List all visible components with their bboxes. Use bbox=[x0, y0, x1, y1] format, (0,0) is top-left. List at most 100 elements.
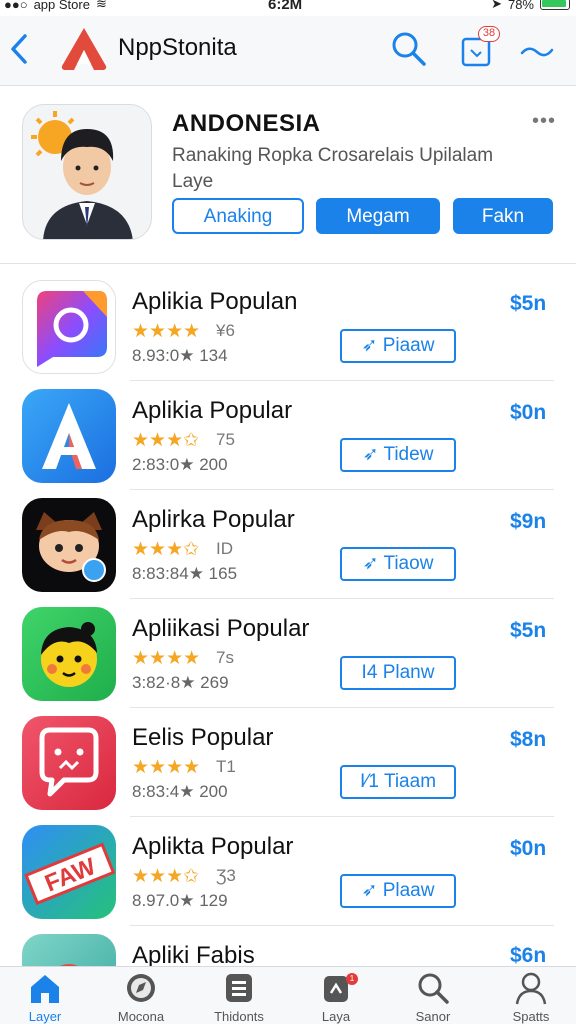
app-logo-icon bbox=[61, 28, 107, 70]
featured-button-anaking[interactable]: Anaking bbox=[172, 198, 304, 234]
list-icon bbox=[226, 974, 252, 1002]
profile-icon bbox=[515, 972, 547, 1005]
send-icon: ➶ bbox=[362, 444, 384, 465]
app-price: $0n bbox=[510, 401, 547, 424]
tab-badge: 1 bbox=[346, 973, 358, 985]
app-price: $0n bbox=[510, 837, 547, 860]
tab-spatts[interactable]: Spatts bbox=[481, 967, 576, 1024]
app-name: Aplikia Populan bbox=[132, 288, 298, 315]
get-button-label: Tidew bbox=[383, 444, 434, 465]
rating-count: Ʒ3 bbox=[216, 866, 236, 885]
get-button[interactable]: I4 Planw bbox=[340, 656, 456, 690]
get-button[interactable]: ➶ Tidew bbox=[340, 438, 456, 472]
get-button-label: Piaaw bbox=[382, 335, 435, 356]
status-left: ●●○ app Store ≋ bbox=[4, 0, 107, 12]
list-item[interactable]: Aplirka Popular ★★★✩ ID 8:83:84★ 165 $9n… bbox=[0, 490, 576, 599]
status-bar: ●●○ app Store ≋ 6:2M ➤ 78% bbox=[0, 0, 576, 16]
get-button-label: Plaaw bbox=[382, 880, 435, 901]
app-name: Aplikta Popular bbox=[132, 833, 294, 860]
tab-label: Mocona bbox=[117, 1009, 165, 1024]
get-button[interactable]: ➶ Piaaw bbox=[340, 329, 456, 363]
featured-button-fakn[interactable]: Fakn bbox=[453, 198, 553, 234]
back-chevron-icon[interactable] bbox=[8, 32, 30, 66]
tab-bar: Layer Mocona Thidonts 1 Laya Sanor Spatt… bbox=[0, 966, 576, 1024]
app-meta: 8.93:0★ 134 bbox=[132, 346, 228, 365]
home-icon bbox=[31, 975, 59, 1003]
list-item[interactable]: Apliikasi Popular ★★★★ 7s 3:82·8★ 269 $5… bbox=[0, 599, 576, 708]
rating-count: 75 bbox=[216, 430, 235, 449]
tab-thidonts[interactable]: Thidonts bbox=[189, 967, 289, 1024]
faw-sticker-app-icon: FAW bbox=[22, 825, 116, 919]
tab-label: Laya bbox=[321, 1009, 351, 1024]
tab-label: Spatts bbox=[512, 1009, 550, 1024]
list-item[interactable]: Eelis Popular ★★★★ T1 8:83:4★ 200 $8n I⁄… bbox=[0, 708, 576, 817]
app-name: Aplikia Popular bbox=[132, 397, 293, 424]
chat-bubble-app-icon bbox=[22, 716, 116, 810]
more-options-icon[interactable]: ••• bbox=[532, 110, 556, 133]
app-price: $8n bbox=[510, 728, 547, 751]
navigation-bar: NppStonita 38 bbox=[0, 16, 576, 86]
featured-title: ANDONESIA bbox=[172, 110, 321, 137]
partial-app-icon bbox=[22, 934, 116, 966]
tab-sanor[interactable]: Sanor bbox=[383, 967, 483, 1024]
tab-layer[interactable]: Layer bbox=[0, 967, 95, 1024]
app-name: Eelis Popular bbox=[132, 724, 274, 751]
app-price: $9n bbox=[510, 510, 547, 533]
app-meta: 3:82·8★ 269 bbox=[132, 673, 229, 692]
app-price: $5n bbox=[510, 292, 547, 315]
nav-title: NppStonita bbox=[118, 34, 237, 61]
app-name: Aplirka Popular bbox=[132, 506, 295, 533]
signal-icon: ●●○ bbox=[4, 0, 28, 12]
search-icon bbox=[418, 973, 449, 1004]
list-item[interactable]: Aplikia Populan ★★★★ ¥6 8.93:0★ 134 $5n … bbox=[0, 272, 576, 381]
get-button[interactable]: ➶ Plaaw bbox=[340, 874, 456, 908]
get-button-prefix: I4 bbox=[361, 662, 378, 683]
rating-count: ¥6 bbox=[216, 321, 235, 340]
list-item[interactable]: Apliki Fabis $6n bbox=[0, 926, 576, 966]
rating-count: 7s bbox=[216, 648, 234, 667]
get-button-label: Planw bbox=[382, 662, 435, 683]
status-time: 6:2M bbox=[268, 0, 303, 13]
app-meta: 2:83:0★ 200 bbox=[132, 455, 228, 474]
star-rating: ★★★★ bbox=[132, 321, 201, 342]
featured-avatar-icon bbox=[22, 104, 152, 240]
rating-count: ID bbox=[216, 539, 233, 558]
battery-icon bbox=[540, 0, 570, 10]
rating-count: T1 bbox=[216, 757, 236, 776]
list-item[interactable]: FAW Aplikta Popular ★★★✩ Ʒ3 8.97.0★ 129 … bbox=[0, 817, 576, 926]
camera-app-icon bbox=[22, 280, 116, 374]
location-icon: ➤ bbox=[491, 0, 502, 11]
tab-label: Sanor bbox=[415, 1009, 451, 1024]
compass-icon bbox=[127, 974, 155, 1002]
featured-subtitle: Ranaking Ropka Crosarelais Upilalam Laye bbox=[172, 145, 494, 192]
get-button[interactable]: I⁄1 Tiaam bbox=[340, 765, 456, 799]
smiley-face-app-icon bbox=[22, 607, 116, 701]
tab-laya[interactable]: 1 Laya bbox=[286, 967, 386, 1024]
get-button-label: Tiaow bbox=[383, 553, 434, 574]
app-meta: 8.97.0★ 129 bbox=[132, 891, 228, 910]
send-icon: ➶ bbox=[361, 880, 383, 901]
tab-label: Thidonts bbox=[214, 1009, 264, 1024]
cart-badge: 38 bbox=[478, 26, 500, 42]
app-name: Apliki Fabis bbox=[132, 942, 255, 966]
featured-button-megam[interactable]: Megam bbox=[316, 198, 440, 234]
search-icon[interactable] bbox=[390, 30, 428, 68]
status-right: ➤ 78% bbox=[491, 0, 570, 12]
star-rating: ★★★★ bbox=[132, 757, 201, 778]
featured-card[interactable]: ANDONESIA ••• Ranaking Ropka Crosarelais… bbox=[0, 88, 576, 264]
star-rating: ★★★✩ bbox=[132, 866, 200, 887]
tab-mocona[interactable]: Mocona bbox=[91, 967, 191, 1024]
list-item[interactable]: Aplikia Popular ★★★✩ 75 2:83:0★ 200 $0n … bbox=[0, 381, 576, 490]
app-meta: 8:83:84★ 165 bbox=[132, 564, 238, 583]
app-meta: 8:83:4★ 200 bbox=[132, 782, 228, 801]
tab-label: Layer bbox=[28, 1009, 62, 1024]
wifi-icon: ≋ bbox=[95, 0, 107, 11]
get-button-prefix: I⁄1 bbox=[359, 771, 379, 792]
star-rating: ★★★✩ bbox=[132, 430, 200, 451]
wave-menu-icon[interactable] bbox=[520, 42, 554, 60]
send-icon: ➶ bbox=[362, 553, 384, 574]
get-button-label: Tiaam bbox=[383, 771, 437, 792]
battery-percent: 78% bbox=[507, 0, 534, 12]
letter-a-app-icon bbox=[22, 389, 116, 483]
get-button[interactable]: ➶ Tiaow bbox=[340, 547, 456, 581]
